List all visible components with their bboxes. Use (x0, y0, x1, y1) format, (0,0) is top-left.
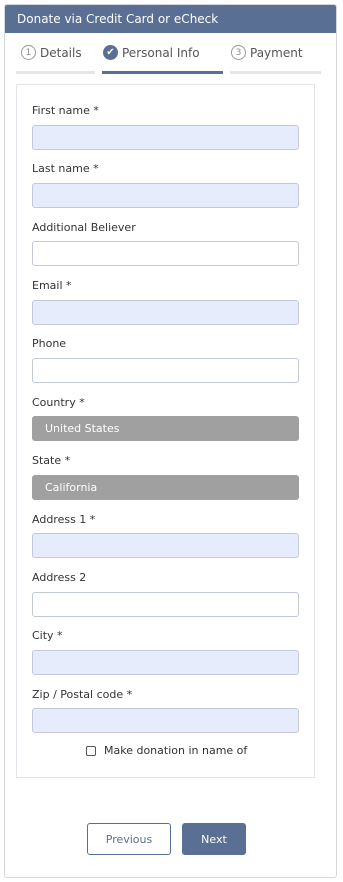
tab-details-label: Details (40, 45, 82, 60)
card-header: Donate via Credit Card or eCheck (5, 5, 336, 33)
last-name-field[interactable] (32, 183, 299, 208)
first-name-field[interactable] (32, 125, 299, 150)
email-label: Email * (32, 279, 72, 292)
address2-field[interactable] (32, 592, 299, 617)
zip-label: Zip / Postal code * (32, 688, 133, 701)
checkmark-icon: ✔ (103, 45, 118, 60)
address1-field[interactable] (32, 533, 299, 558)
tab-payment[interactable]: 3 Payment (231, 45, 303, 60)
address1-label: Address 1 * (32, 513, 96, 526)
additional-believer-field[interactable] (32, 241, 299, 266)
phone-label: Phone (32, 337, 67, 350)
state-select-value: California (45, 481, 98, 494)
next-button[interactable]: Next (182, 823, 246, 855)
step-tabs: 1 Details ✔ Personal Info 3 Payment (5, 33, 336, 83)
previous-button[interactable]: Previous (87, 823, 171, 855)
name-of-option: Make donation in name of (86, 744, 247, 757)
card-title: Donate via Credit Card or eCheck (17, 12, 219, 26)
step-number-icon: 3 (231, 45, 246, 60)
city-field[interactable] (32, 650, 299, 675)
tab-personal-info[interactable]: ✔ Personal Info (103, 45, 200, 60)
state-select[interactable]: California (32, 475, 299, 500)
address2-label: Address 2 (32, 571, 87, 584)
state-label: State * (32, 454, 71, 467)
tab-underline-active (102, 71, 223, 74)
country-select-value: United States (45, 422, 120, 435)
tab-personal-info-label: Personal Info (122, 45, 200, 60)
phone-field[interactable] (32, 358, 299, 383)
additional-believer-label: Additional Believer (32, 221, 136, 234)
tab-underline-details (16, 71, 95, 74)
name-of-label: Make donation in name of (104, 744, 248, 757)
tab-details[interactable]: 1 Details (21, 45, 82, 60)
country-label: Country * (32, 396, 85, 409)
name-of-checkbox[interactable] (86, 745, 96, 756)
step-number-icon: 1 (21, 45, 36, 60)
city-label: City * (32, 629, 63, 642)
tab-underline-payment (230, 71, 321, 74)
last-name-label: Last name * (32, 162, 99, 175)
tab-payment-label: Payment (250, 45, 303, 60)
zip-field[interactable] (32, 708, 299, 733)
email-field[interactable] (32, 300, 299, 325)
first-name-label: First name * (32, 104, 99, 117)
country-select[interactable]: United States (32, 416, 299, 441)
